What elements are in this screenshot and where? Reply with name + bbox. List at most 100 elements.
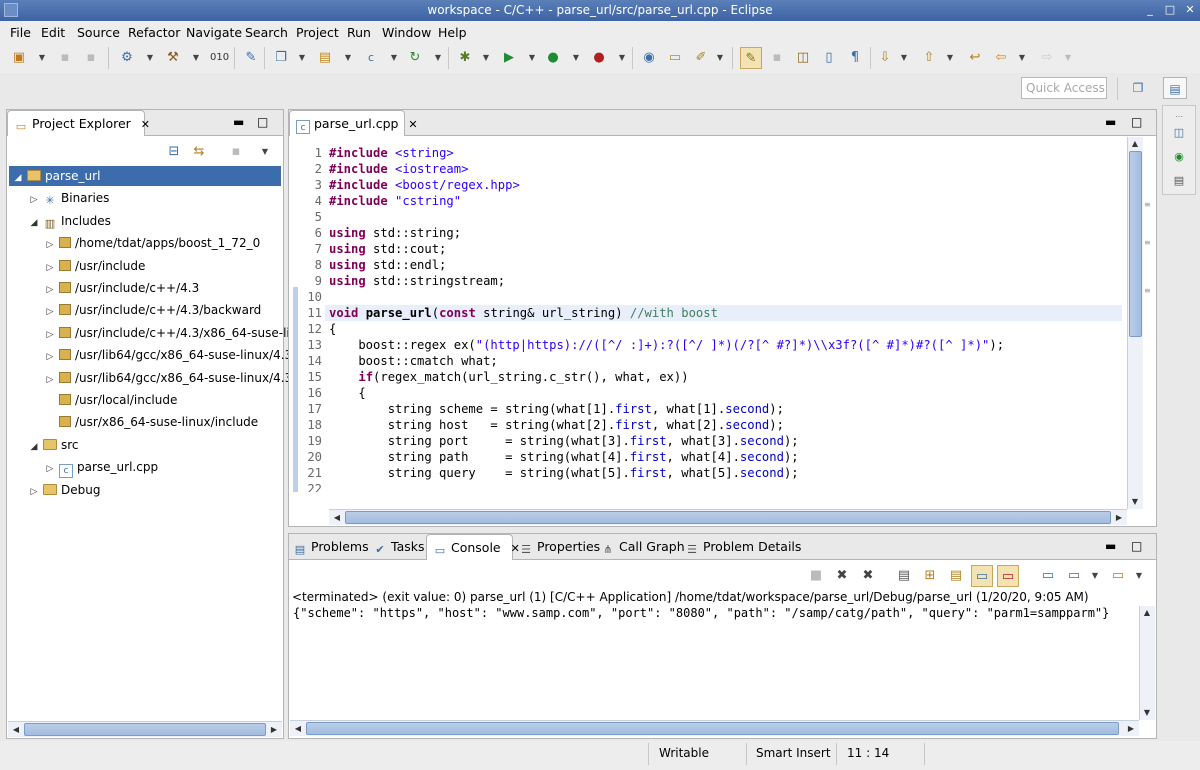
task-list-icon[interactable]: ▤	[1170, 172, 1188, 190]
collapsed-arrow-icon[interactable]: ▷	[45, 302, 55, 322]
show-on-stderr-icon[interactable]: ▭	[997, 565, 1019, 587]
previous-annotation-icon[interactable]: ⇧	[920, 49, 938, 67]
tree-item[interactable]: ◢ parse_url	[9, 166, 281, 186]
debug-dropdown-icon[interactable]: ▼	[482, 49, 490, 67]
tree-item[interactable]: ▷ /usr/include/c++/4.3/x86_64-suse-linux	[9, 323, 313, 345]
run-external-dropdown-icon[interactable]: ▼	[572, 49, 580, 67]
open-perspective-icon[interactable]: ❐	[1126, 77, 1150, 99]
new-class-icon[interactable]: c	[362, 49, 380, 67]
collapsed-arrow-icon[interactable]: ▷	[29, 482, 39, 502]
tab-properties[interactable]: ☰ Properties	[519, 539, 600, 557]
menu-run[interactable]: Run	[347, 25, 371, 40]
open-console-icon[interactable]: ▭	[1109, 567, 1127, 585]
collapsed-arrow-icon[interactable]: ▷	[45, 258, 55, 278]
new-class-dropdown-icon[interactable]: ▼	[390, 49, 398, 67]
collapsed-arrow-icon[interactable]: ▷	[45, 370, 55, 390]
close-tab-icon[interactable]: ✕	[141, 118, 150, 131]
collapse-all-icon[interactable]: ⊟	[165, 143, 183, 161]
tree-item[interactable]: ▷ /usr/include/c++/4.3	[9, 278, 281, 298]
collapsed-arrow-icon[interactable]: ▷	[45, 280, 55, 300]
make-target-icon[interactable]: ◉	[1170, 148, 1188, 166]
open-folder-icon[interactable]: ▭	[666, 49, 684, 67]
build-config-icon[interactable]: ⚙	[118, 49, 136, 67]
tree-item[interactable]: ▷ /home/tdat/apps/boost_1_72_0	[9, 233, 281, 253]
edit-annotations-icon[interactable]: ◫	[794, 49, 812, 67]
editor-vertical-scrollbar[interactable]: ▲ ▼	[1127, 137, 1143, 509]
tree-item[interactable]: ▷ /usr/include/c++/4.3/backward	[9, 300, 281, 320]
tree-item[interactable]: ▷ c parse_url.cpp	[9, 457, 281, 479]
link-with-editor-icon[interactable]: ⇆	[190, 143, 208, 161]
tab-tasks[interactable]: ✔ Tasks	[373, 539, 424, 557]
close-window-button[interactable]: ✕	[1182, 2, 1198, 18]
open-type-icon[interactable]: ◉	[640, 49, 658, 67]
build-config-dropdown-icon[interactable]: ▼	[146, 49, 154, 67]
new-folder-icon[interactable]: ▤	[316, 49, 334, 67]
marker-dropdown-icon[interactable]: ▼	[716, 49, 724, 67]
collapsed-arrow-icon[interactable]: ▷	[29, 190, 39, 210]
console-vertical-scrollbar[interactable]: ▲ ▼	[1139, 606, 1155, 720]
show-whitespace-icon[interactable]: ¶	[846, 49, 864, 67]
collapsed-arrow-icon[interactable]: ▷	[45, 325, 55, 345]
debug-bug-icon[interactable]: ✱	[456, 49, 474, 67]
view-menu-icon[interactable]: ▼	[261, 143, 269, 161]
menu-source[interactable]: Source	[77, 25, 120, 40]
save-icon[interactable]: ▪	[56, 49, 74, 67]
expanded-arrow-icon[interactable]: ◢	[13, 168, 23, 188]
tree-item[interactable]: ◢ ▥ Includes	[9, 211, 281, 231]
minimize-icon[interactable]: ▬	[1105, 115, 1116, 129]
cpp-perspective-icon[interactable]: ▤	[1163, 77, 1187, 99]
run-external-icon[interactable]: ●	[544, 49, 562, 67]
remove-launch-icon[interactable]: ✖	[833, 567, 851, 585]
back-dropdown-icon[interactable]: ▼	[1018, 49, 1026, 67]
collapsed-arrow-icon[interactable]: ▷	[45, 235, 55, 255]
filter-icon[interactable]: ▪	[227, 143, 245, 161]
editor-tab-parse-url-cpp[interactable]: c parse_url.cpp ✕	[289, 110, 418, 136]
previous-annotation-dropdown-icon[interactable]: ▼	[946, 49, 954, 67]
toggle-mark-occurrences-icon[interactable]: ✎	[740, 47, 762, 69]
tree-item[interactable]: ▷ Debug	[9, 480, 281, 500]
tree-item[interactable]: ◢ src	[9, 435, 281, 455]
profile-icon[interactable]: ●	[590, 49, 608, 67]
marker-icon[interactable]: ✐	[692, 49, 710, 67]
build-dropdown-icon[interactable]: ▼	[192, 49, 200, 67]
maximize-icon[interactable]: □	[257, 115, 268, 129]
new-project-dropdown-icon[interactable]: ▼	[298, 49, 306, 67]
code-editor[interactable]: 1 #include <string> 2 #include <iostream> 3 #…	[292, 137, 1126, 492]
terminate-icon[interactable]: ■	[807, 567, 825, 585]
project-explorer-tab[interactable]: ▭ Project Explorer ✕	[7, 110, 150, 136]
debug-tool-icon[interactable]: ✎	[242, 49, 260, 67]
outline-icon[interactable]: ◫	[1170, 124, 1188, 142]
menu-project[interactable]: Project	[296, 25, 339, 40]
maximize-icon[interactable]: □	[1131, 115, 1142, 129]
next-annotation-dropdown-icon[interactable]: ▼	[900, 49, 908, 67]
tab-problem-details[interactable]: ☰ Problem Details	[685, 539, 801, 557]
menu-file[interactable]: File	[10, 25, 31, 40]
refresh-icon[interactable]: ↻	[406, 49, 424, 67]
explorer-horizontal-scrollbar[interactable]: ◀ ▶	[8, 721, 282, 737]
show-on-stdout-icon[interactable]: ▭	[971, 565, 993, 587]
toggle-block-selection-icon[interactable]: ▪	[768, 49, 786, 67]
menu-window[interactable]: Window	[382, 25, 431, 40]
remove-all-terminated-icon[interactable]: ✖	[859, 567, 877, 585]
save-all-icon[interactable]: ▪	[82, 49, 100, 67]
quick-access-input[interactable]: Quick Access	[1021, 77, 1107, 99]
new-folder-dropdown-icon[interactable]: ▼	[344, 49, 352, 67]
tree-item[interactable]: /usr/local/include	[9, 390, 281, 410]
tree-item[interactable]: ▷ /usr/include	[9, 256, 281, 276]
word-wrap-console-icon[interactable]: ▤	[947, 567, 965, 585]
editor-horizontal-scrollbar[interactable]: ◀ ▶	[329, 509, 1127, 525]
open-console-dropdown-icon[interactable]: ▼	[1135, 567, 1143, 585]
display-console-icon[interactable]: ▭	[1065, 567, 1083, 585]
menu-help[interactable]: Help	[438, 25, 467, 40]
console-horizontal-scrollbar[interactable]: ◀ ▶	[290, 720, 1139, 736]
run-icon[interactable]: ▶	[500, 49, 518, 67]
minimize-icon[interactable]: ▬	[233, 115, 244, 129]
maximize-icon[interactable]: □	[1131, 539, 1142, 553]
tab-problems[interactable]: ▤ Problems	[293, 539, 369, 557]
new-project-icon[interactable]: ❐	[272, 49, 290, 67]
forward-dropdown-icon[interactable]: ▼	[1064, 49, 1072, 67]
close-tab-icon[interactable]: ✕	[408, 118, 417, 131]
menu-search[interactable]: Search	[245, 25, 288, 40]
maximize-window-button[interactable]: □	[1162, 2, 1178, 18]
menu-refactor[interactable]: Refactor	[128, 25, 180, 40]
